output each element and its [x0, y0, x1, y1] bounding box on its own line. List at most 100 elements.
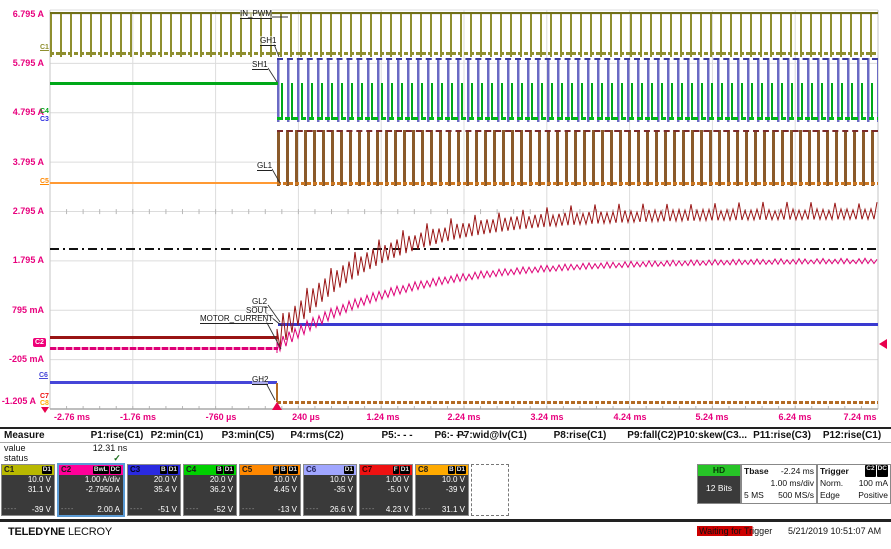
channel-box-c4[interactable]: C4 BD1 20.0 V 36.2 V -----52 V [183, 464, 237, 516]
waveform-display: 6.795 A 5.795 A 4.795 A 3.795 A 2.795 A … [0, 0, 891, 427]
measure-param-p1[interactable]: P1:rise(C1) [91, 430, 144, 441]
channel-offset: 26.6 V [330, 505, 356, 514]
measure-param-p9[interactable]: P9:fall(C2) [627, 430, 676, 441]
badge-c2: C2 [865, 465, 875, 477]
hd-mode-box[interactable]: HD 12 Bits [697, 464, 741, 504]
offset-dashes: ---- [304, 505, 330, 514]
channel-value: 4.45 V [240, 485, 300, 495]
timebase-label: Tbase [744, 465, 781, 477]
channel-box-c1[interactable]: C1D1 10.0 V 31.1 V -----39 V [1, 464, 55, 516]
measure-p1-value: 12.31 ns [93, 443, 128, 453]
channel-id: C2 [61, 465, 71, 475]
channel-value: -2.7950 A [59, 485, 123, 495]
badge-d1: D1 [288, 466, 298, 474]
badge-d1: D1 [400, 466, 410, 474]
badge-f: F [393, 466, 399, 474]
measure-value-row-label: value [4, 443, 26, 453]
channel-offset: -39 V [32, 505, 54, 514]
channel-scale: 10.0 V [2, 475, 54, 485]
channel-scale: 1.00 V [360, 475, 412, 485]
brand-logo: TELEDYNE LECROY [8, 526, 112, 538]
timebase-scale: 1.00 ms/div [771, 477, 814, 489]
badge-dc: DC [877, 465, 888, 477]
badge-dc: DC [110, 466, 121, 474]
channel-value: -5.0 V [360, 485, 412, 495]
channel-offset: -52 V [214, 505, 236, 514]
measure-param-p12[interactable]: P12:rise(C1) [823, 430, 881, 441]
trigger-type: Edge [820, 489, 858, 501]
measure-param-p8[interactable]: P8:rise(C1) [554, 430, 607, 441]
empty-channel-slot[interactable] [471, 464, 509, 516]
measure-param-p2[interactable]: P2:min(C1) [151, 430, 204, 441]
timebase-rate: 500 MS/s [778, 489, 814, 501]
offset-dashes: ---- [416, 505, 442, 514]
current-ramp-traces [0, 0, 891, 427]
offset-dashes: ---- [360, 505, 386, 514]
channel-id: C8 [418, 465, 428, 475]
channel-scale: 20.0 V [128, 475, 180, 485]
badge-bwl: BwL [93, 466, 109, 474]
measure-param-p7[interactable]: P7:wid@lv(C1) [457, 430, 527, 441]
label-gh2: GH2 [252, 375, 268, 385]
channel-id: C5 [242, 465, 252, 475]
brand-teledyne: TELEDYNE [8, 526, 65, 538]
channel-offset: 2.00 A [97, 505, 123, 514]
offset-dashes: ---- [184, 505, 214, 514]
badge-b: B [160, 466, 167, 474]
channel-scale: 20.0 V [184, 475, 236, 485]
channel-scale: 10.0 V [416, 475, 468, 485]
measure-param-p5[interactable]: P5:- - - [381, 430, 412, 441]
offset-dashes: ---- [2, 505, 32, 514]
measure-param-p11[interactable]: P11:rise(C3) [753, 430, 811, 441]
offset-dashes: ---- [59, 505, 97, 514]
offscreen-marker-icon [41, 407, 49, 413]
acquisition-status-badge: Waiting for Trigger [697, 526, 774, 536]
measure-divider [0, 442, 891, 443]
channel-scale: 10.0 V [304, 475, 356, 485]
timebase-box[interactable]: Tbase-2.24 ms 1.00 ms/div 5 MS500 MS/s [741, 464, 817, 504]
offset-dashes: ---- [128, 505, 158, 514]
measure-param-p3[interactable]: P3:min(C5) [222, 430, 275, 441]
channel-box-c8[interactable]: C8BD1 10.0 V -39 V ----31.1 V [415, 464, 469, 516]
timebase-offset: -2.24 ms [781, 465, 814, 477]
channel-value: 35.4 V [128, 485, 180, 495]
oscilloscope-screen: 6.795 A 5.795 A 4.795 A 3.795 A 2.795 A … [0, 0, 891, 549]
timebase-samples: 5 MS [744, 489, 778, 501]
channel-box-c6[interactable]: C6D1 10.0 V -35 V ----26.6 V [303, 464, 357, 516]
badge-d1: D1 [224, 466, 234, 474]
trigger-level-marker-icon[interactable] [879, 339, 887, 349]
offset-dashes: ---- [240, 505, 278, 514]
badge-d1: D1 [42, 466, 52, 474]
measure-status-row-label: status [4, 453, 28, 463]
badge-b: B [216, 466, 223, 474]
channel-box-c5[interactable]: C5FBD1 10.0 V 4.45 V -----13 V [239, 464, 301, 516]
channel-offset: -51 V [158, 505, 180, 514]
badge-b: B [280, 466, 287, 474]
hd-label: HD [698, 465, 740, 476]
channel-id: C7 [362, 465, 372, 475]
channel-id: C6 [306, 465, 316, 475]
channel-box-c7[interactable]: C7FD1 1.00 V -5.0 V ----4.23 V [359, 464, 413, 516]
channel-scale: 1.00 A/div [59, 475, 123, 485]
trigger-box[interactable]: TriggerC2DC Norm.100 mA EdgePositive [817, 464, 891, 504]
channel-id: C4 [186, 465, 196, 475]
channel-box-c3[interactable]: C3 BD1 20.0 V 35.4 V -----51 V [127, 464, 181, 516]
measure-table: Measure P1:rise(C1) P2:min(C1) P3:min(C5… [0, 427, 891, 465]
timestamp: 5/21/2019 10:51:07 AM [788, 526, 881, 536]
channel-box-c2[interactable]: C2 BwLDC 1.00 A/div -2.7950 A ----2.00 A [57, 463, 125, 517]
channel-scale: 10.0 V [240, 475, 300, 485]
measure-title: Measure [4, 430, 45, 441]
badge-d1: D1 [168, 466, 178, 474]
measure-param-p10[interactable]: P10:skew(C3... [677, 430, 747, 441]
channel-id: C1 [4, 465, 14, 475]
badge-d1: D1 [456, 466, 466, 474]
trigger-time-marker-icon[interactable] [272, 402, 282, 410]
channel-id: C3 [130, 465, 140, 475]
channel-value: -39 V [416, 485, 468, 495]
label-sh1: SH1 [252, 60, 268, 70]
channel-value: 36.2 V [184, 485, 236, 495]
trigger-slope: Positive [858, 489, 888, 501]
trigger-label: Trigger [820, 465, 864, 477]
measure-param-p4[interactable]: P4:rms(C2) [290, 430, 343, 441]
badge-f: F [273, 466, 279, 474]
